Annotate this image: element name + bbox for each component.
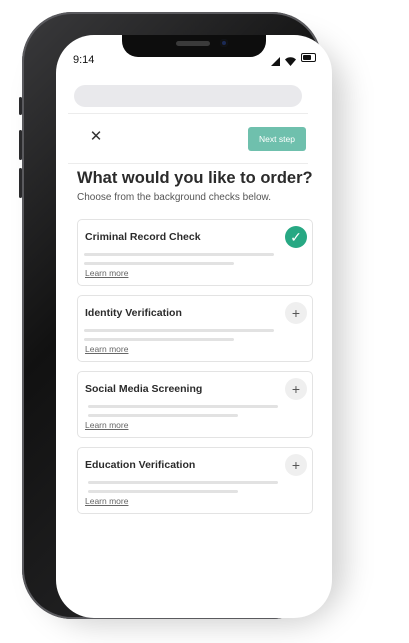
next-step-button[interactable]: Next step bbox=[248, 127, 306, 151]
divider bbox=[68, 163, 308, 164]
signal-icon bbox=[271, 53, 280, 66]
check-card-criminal-record[interactable]: Criminal Record Check Learn more ✓ bbox=[77, 219, 313, 286]
check-card-title: Identity Verification bbox=[85, 307, 182, 319]
phone-frame: 9:14 ✕ Next step What would you like to … bbox=[19, 12, 332, 619]
page-subtitle: Choose from the background checks below. bbox=[77, 192, 271, 203]
placeholder-line bbox=[88, 490, 238, 493]
placeholder-line bbox=[84, 329, 274, 332]
speaker-grille bbox=[176, 41, 210, 46]
check-card-title: Education Verification bbox=[85, 459, 196, 471]
close-icon[interactable]: ✕ bbox=[88, 129, 104, 145]
placeholder-line bbox=[88, 405, 278, 408]
status-time: 9:14 bbox=[73, 54, 95, 66]
check-card-title: Criminal Record Check bbox=[85, 231, 201, 243]
placeholder-line bbox=[84, 262, 234, 265]
check-card-education-verification[interactable]: Education Verification Learn more + bbox=[77, 447, 313, 514]
check-card-social-media-screening[interactable]: Social Media Screening Learn more + bbox=[77, 371, 313, 438]
check-card-identity-verification[interactable]: Identity Verification Learn more + bbox=[77, 295, 313, 362]
address-bar[interactable] bbox=[74, 85, 302, 107]
learn-more-link[interactable]: Learn more bbox=[85, 420, 128, 430]
placeholder-line bbox=[84, 338, 234, 341]
phone-screen: 9:14 ✕ Next step What would you like to … bbox=[56, 35, 332, 618]
battery-icon bbox=[301, 53, 316, 62]
placeholder-line bbox=[88, 414, 238, 417]
wifi-icon bbox=[285, 53, 296, 66]
check-icon[interactable]: ✓ bbox=[285, 226, 307, 248]
placeholder-line bbox=[88, 481, 278, 484]
volume-button bbox=[19, 97, 22, 115]
page-title: What would you like to order? bbox=[77, 169, 313, 187]
volume-button bbox=[19, 130, 22, 160]
front-camera bbox=[220, 39, 228, 47]
plus-icon[interactable]: + bbox=[285, 378, 307, 400]
learn-more-link[interactable]: Learn more bbox=[85, 268, 128, 278]
status-icons bbox=[271, 53, 316, 66]
volume-button bbox=[19, 168, 22, 198]
learn-more-link[interactable]: Learn more bbox=[85, 344, 128, 354]
placeholder-line bbox=[84, 253, 274, 256]
learn-more-link[interactable]: Learn more bbox=[85, 496, 128, 506]
plus-icon[interactable]: + bbox=[285, 454, 307, 476]
notch bbox=[122, 35, 266, 57]
check-card-title: Social Media Screening bbox=[85, 383, 203, 395]
plus-icon[interactable]: + bbox=[285, 302, 307, 324]
divider bbox=[68, 113, 308, 114]
